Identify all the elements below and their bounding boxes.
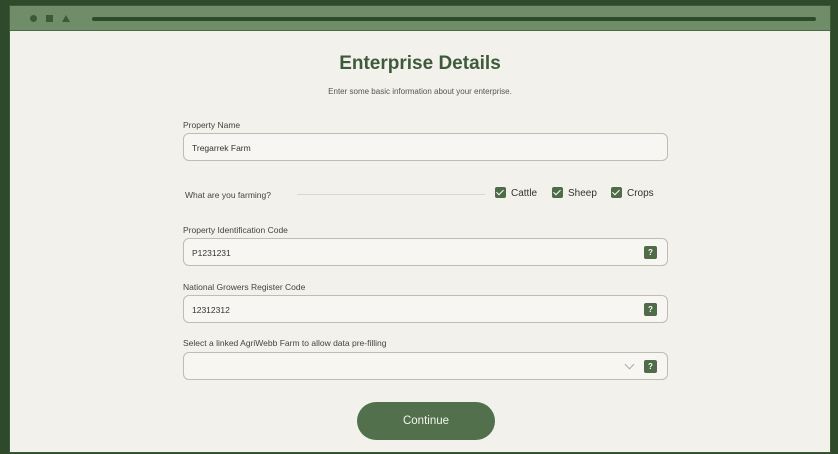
triangle-icon <box>62 15 70 22</box>
checkbox-checked-icon <box>495 187 506 198</box>
crops-label: Crops <box>627 188 654 199</box>
enterprise-form: Enterprise Details Enter some basic info… <box>10 31 830 454</box>
checkbox-checked-icon <box>552 187 563 198</box>
address-bar[interactable] <box>92 17 816 21</box>
sheep-checkbox[interactable]: Sheep <box>552 187 597 199</box>
property-name-value: Tregarrek Farm <box>192 143 251 153</box>
linked-farm-select[interactable]: ? <box>183 352 668 380</box>
pic-value: P1231231 <box>192 248 231 258</box>
page-title: Enterprise Details <box>339 53 501 74</box>
window-chrome <box>10 6 830 31</box>
checkbox-checked-icon <box>611 187 622 198</box>
help-icon[interactable]: ? <box>644 360 657 373</box>
property-name-label: Property Name <box>183 120 241 130</box>
farming-question: What are you farming? <box>185 190 271 200</box>
ngr-label: National Growers Register Code <box>183 282 306 292</box>
linked-farm-label: Select a linked AgriWebb Farm to allow d… <box>183 338 387 348</box>
crops-checkbox[interactable]: Crops <box>611 187 654 199</box>
cattle-checkbox[interactable]: Cattle <box>495 187 537 199</box>
pic-label: Property Identification Code <box>183 225 288 235</box>
sheep-label: Sheep <box>568 188 597 199</box>
cattle-label: Cattle <box>511 188 538 199</box>
help-icon[interactable]: ? <box>644 246 657 259</box>
browser-window: Enterprise Details Enter some basic info… <box>9 5 831 453</box>
continue-button[interactable]: Continue <box>357 402 495 440</box>
page-subtitle: Enter some basic information about your … <box>328 87 512 96</box>
chevron-down-icon <box>624 359 635 370</box>
pic-input[interactable]: P1231231 ? <box>183 238 668 266</box>
property-name-input[interactable]: Tregarrek Farm <box>183 133 668 161</box>
circle-icon <box>30 15 37 22</box>
square-icon <box>46 15 53 22</box>
farming-divider <box>297 194 485 195</box>
ngr-value: 12312312 <box>192 305 230 315</box>
help-icon[interactable]: ? <box>644 303 657 316</box>
ngr-input[interactable]: 12312312 ? <box>183 295 668 323</box>
